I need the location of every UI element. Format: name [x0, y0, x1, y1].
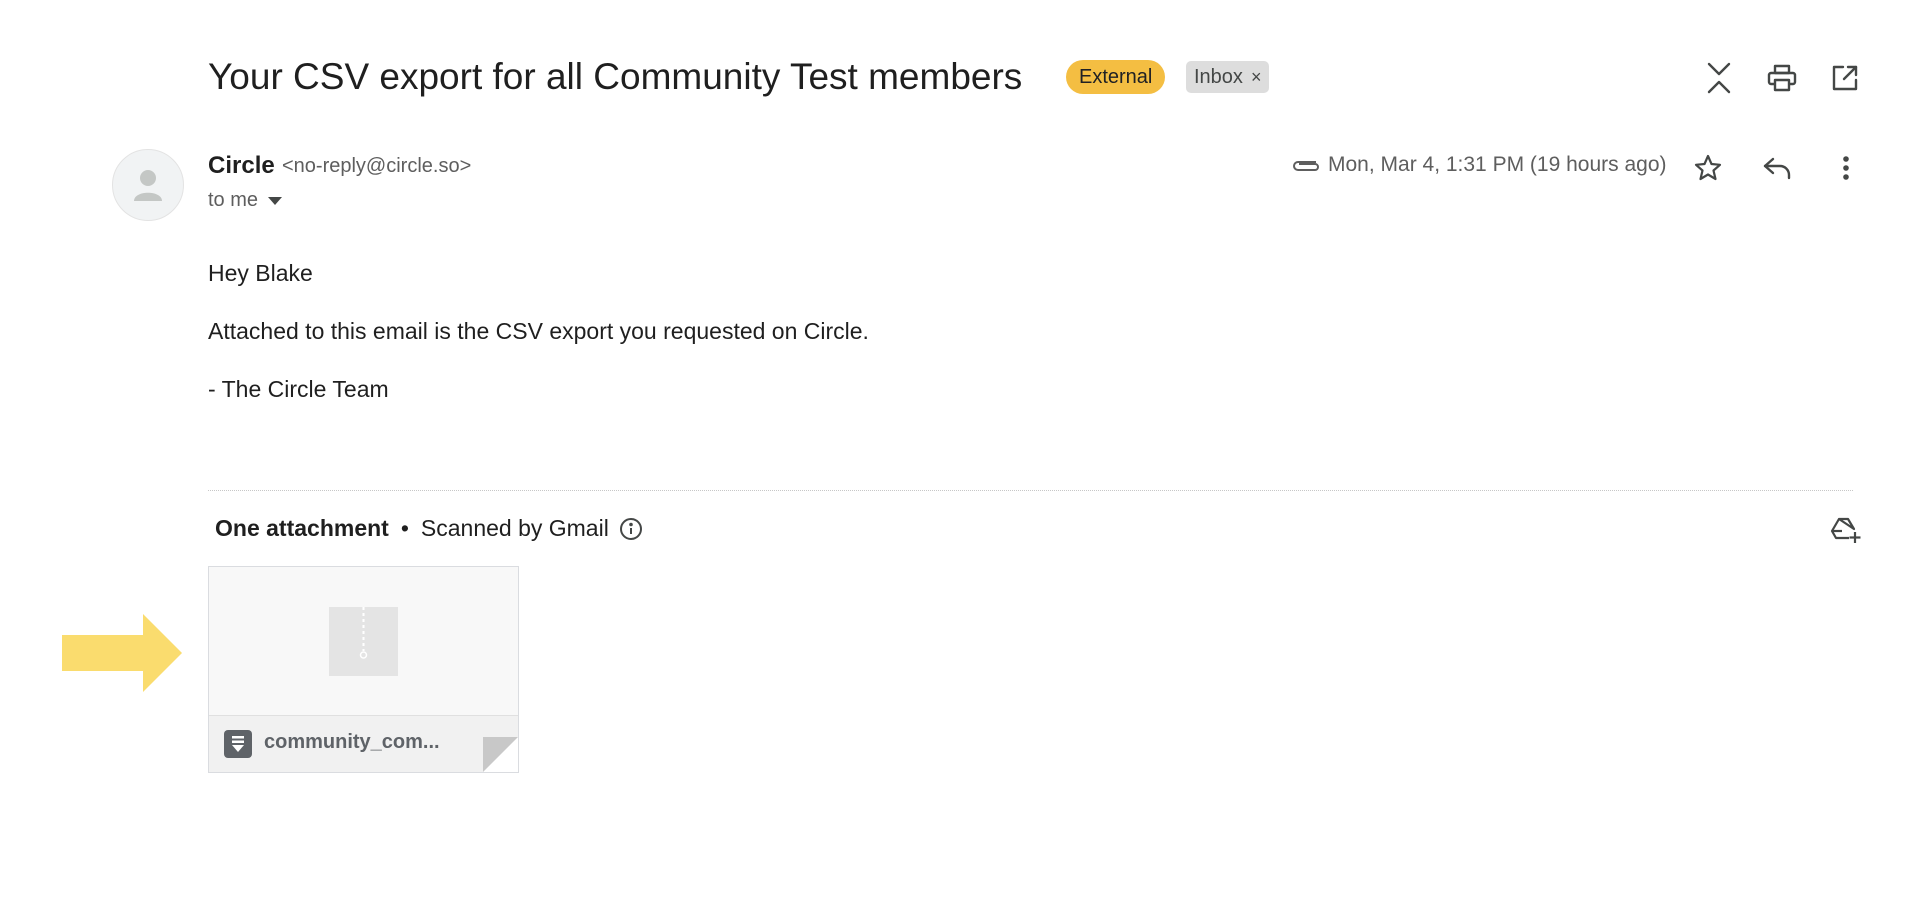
collapse-icon: [1707, 62, 1731, 94]
print-button[interactable]: [1762, 58, 1802, 98]
body-greeting: Hey Blake: [208, 260, 313, 286]
more-options-button[interactable]: [1826, 148, 1866, 188]
sender-name[interactable]: Circle: [208, 152, 275, 180]
info-icon[interactable]: [619, 517, 643, 541]
attachments-divider: [208, 490, 1853, 491]
attachments-header: One attachment • Scanned by Gmail: [215, 515, 643, 542]
reply-button[interactable]: [1757, 148, 1797, 188]
sender-email: <no-reply@circle.so>: [282, 155, 472, 177]
body-signoff: - The Circle Team: [208, 376, 389, 402]
inbox-label-text: Inbox: [1194, 66, 1243, 88]
inbox-label[interactable]: Inbox ×: [1186, 61, 1270, 93]
attachment-count: One attachment: [215, 515, 389, 541]
reply-icon: [1763, 157, 1791, 180]
pointer-arrow: [62, 614, 182, 692]
scan-status: Scanned by Gmail: [420, 515, 609, 541]
collapse-all-button[interactable]: [1699, 58, 1739, 98]
attachment-card[interactable]: community_com...: [208, 566, 519, 773]
attachment-preview: [209, 567, 518, 716]
zip-file-icon: [329, 607, 398, 676]
person-icon: [134, 170, 162, 201]
caret-down-icon: [268, 196, 283, 205]
message-date: Mon, Mar 4, 1:31 PM (19 hours ago): [1328, 153, 1667, 176]
attachment-icon: [1293, 161, 1319, 171]
print-icon: [1767, 64, 1797, 92]
email-subject: Your CSV export for all Community Test m…: [208, 56, 1023, 97]
star-button[interactable]: [1688, 148, 1728, 188]
more-vert-icon: [1843, 156, 1849, 180]
add-to-drive-icon: [1830, 517, 1861, 543]
document-type-icon: [224, 730, 252, 758]
open-new-window-icon: [1832, 65, 1858, 91]
page-fold-corner: [483, 737, 518, 772]
external-label: External: [1066, 60, 1166, 94]
remove-label-icon[interactable]: ×: [1251, 61, 1262, 93]
body-line: Attached to this email is the CSV export…: [208, 318, 869, 344]
sender-avatar[interactable]: [112, 149, 184, 221]
separator: •: [400, 515, 409, 541]
star-icon: [1694, 154, 1722, 181]
add-to-drive-button[interactable]: [1826, 510, 1866, 550]
attachment-filename: community_com...: [264, 731, 440, 753]
recipient-label: to me: [208, 189, 259, 211]
recipient-details-toggle[interactable]: to me: [208, 189, 283, 212]
open-in-new-window-button[interactable]: [1825, 58, 1865, 98]
